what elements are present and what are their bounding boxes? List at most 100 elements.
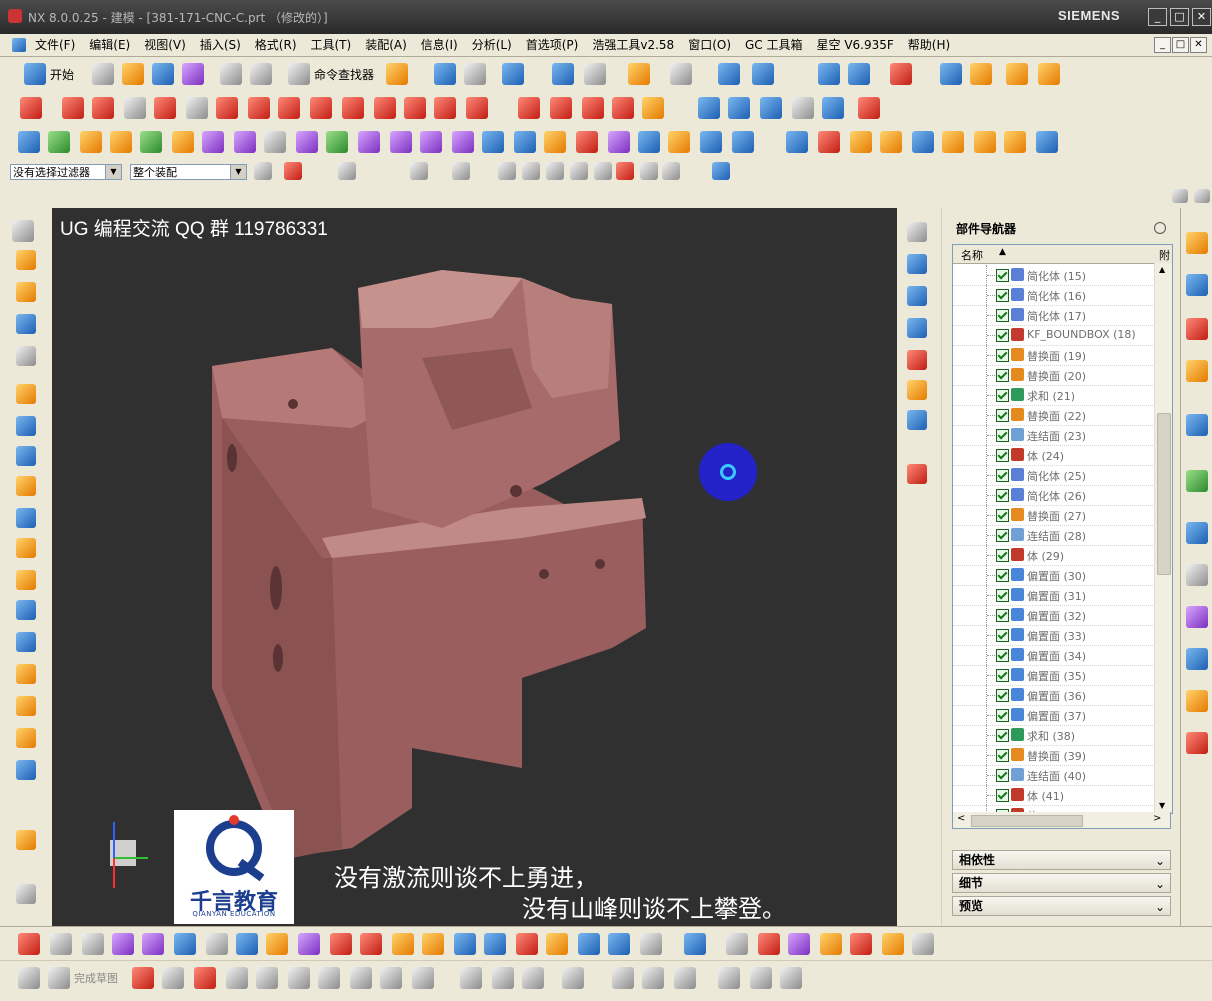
- datum-axis-icon[interactable]: [907, 350, 927, 370]
- snap-control-icon[interactable]: [546, 162, 564, 180]
- point-icon[interactable]: [858, 97, 880, 119]
- tree-row[interactable]: KF_BOUNDBOX (18): [953, 325, 1153, 346]
- tree-row[interactable]: 简化体 (25): [953, 465, 1153, 486]
- sketch-arc-icon[interactable]: [194, 967, 216, 989]
- visibility-checkbox[interactable]: [996, 389, 1009, 402]
- visibility-checkbox[interactable]: [996, 749, 1009, 762]
- sketch-line-icon[interactable]: [162, 967, 184, 989]
- menu-assembly[interactable]: 装配(A): [358, 34, 414, 56]
- measure-distance-icon[interactable]: [1006, 63, 1028, 85]
- visibility-checkbox[interactable]: [996, 289, 1009, 302]
- menu-window[interactable]: 窗口(O): [681, 34, 738, 56]
- panel-toggle-icon[interactable]: [1194, 189, 1210, 203]
- grid-red-icon[interactable]: [758, 933, 780, 955]
- tree-row[interactable]: 偏置面 (35): [953, 665, 1153, 686]
- app-menu-icon[interactable]: [12, 38, 26, 52]
- sketch-icon[interactable]: [18, 967, 40, 989]
- edit-length-icon[interactable]: [582, 97, 604, 119]
- tree-row[interactable]: 连结面 (28): [953, 525, 1153, 546]
- offset-curve-icon[interactable]: [216, 97, 238, 119]
- finish-sketch-label[interactable]: 完成草图: [74, 970, 118, 986]
- tree-row[interactable]: 偏置面 (33): [953, 625, 1153, 646]
- snap-grid-icon[interactable]: [452, 162, 470, 180]
- graphics-window[interactable]: UG 编程交流 QQ 群 119786331 千言教育 QIANYAN EDUC…: [52, 208, 897, 926]
- open-tool-icon[interactable]: [546, 933, 568, 955]
- sketch-polygon-icon[interactable]: [350, 967, 372, 989]
- pull-face-icon[interactable]: [452, 131, 474, 153]
- visibility-checkbox[interactable]: [996, 349, 1009, 362]
- start-icon[interactable]: [24, 63, 46, 85]
- inferred-constraints-icon[interactable]: [780, 967, 802, 989]
- roles-people-tab-icon[interactable]: [1186, 690, 1208, 712]
- menu-view[interactable]: 视图(V): [137, 34, 193, 56]
- cylinder-icon[interactable]: [16, 282, 36, 302]
- zoom-icon[interactable]: [907, 318, 927, 338]
- show-constraints-icon[interactable]: [674, 967, 696, 989]
- cut-icon[interactable]: [434, 63, 456, 85]
- text-icon[interactable]: [186, 97, 208, 119]
- calculator-icon[interactable]: [974, 131, 996, 153]
- part-navigator-tab-icon[interactable]: [1186, 318, 1208, 340]
- linked-face-icon[interactable]: [514, 131, 536, 153]
- tree-row[interactable]: 简化体 (17): [953, 305, 1153, 326]
- view-toggle-icon[interactable]: [1172, 189, 1188, 203]
- system-scene-tab-icon[interactable]: [1186, 648, 1208, 670]
- menu-file[interactable]: 文件(F): [28, 34, 82, 56]
- view-wireframe-icon[interactable]: [907, 254, 927, 274]
- patch-icon[interactable]: [792, 97, 814, 119]
- visibility-checkbox[interactable]: [996, 729, 1009, 742]
- quick-extend-icon[interactable]: [492, 967, 514, 989]
- circle-tool-icon[interactable]: [912, 933, 934, 955]
- auto-constraint-icon[interactable]: [642, 967, 664, 989]
- dimension-icon[interactable]: [562, 967, 584, 989]
- pocket-icon[interactable]: [16, 416, 36, 436]
- pattern-icon[interactable]: [140, 131, 162, 153]
- visibility-checkbox[interactable]: [996, 589, 1009, 602]
- chamfer-icon[interactable]: [16, 570, 36, 590]
- finish-sketch-icon[interactable]: [48, 967, 70, 989]
- tree-row[interactable]: 偏置面 (30): [953, 565, 1153, 586]
- name-icon[interactable]: [732, 131, 754, 153]
- mirror-curve-icon[interactable]: [404, 97, 426, 119]
- visibility-checkbox[interactable]: [996, 789, 1009, 802]
- rectangle-select-icon[interactable]: [410, 162, 428, 180]
- palette-tab-icon[interactable]: [1186, 732, 1208, 754]
- layer-tool-icon[interactable]: [392, 933, 414, 955]
- measure-angle-icon[interactable]: [1038, 63, 1060, 85]
- hole-icon[interactable]: [80, 131, 102, 153]
- spline-icon[interactable]: [154, 97, 176, 119]
- menu-help[interactable]: 帮助(H): [901, 34, 957, 56]
- arrow-right-icon[interactable]: [142, 933, 164, 955]
- pad-icon[interactable]: [16, 446, 36, 466]
- undo-icon[interactable]: [220, 63, 242, 85]
- transform-icon[interactable]: [174, 933, 196, 955]
- arrow-left-icon[interactable]: [112, 933, 134, 955]
- eraser-icon[interactable]: [422, 933, 444, 955]
- navigator-vscrollbar[interactable]: ▲ ▼: [1154, 263, 1172, 813]
- menu-info[interactable]: 信息(I): [414, 34, 465, 56]
- wcs-origin-icon[interactable]: [50, 933, 72, 955]
- selection-filter-dropdown[interactable]: 没有选择过滤器 ▼: [10, 164, 122, 180]
- resize-face-icon[interactable]: [420, 131, 442, 153]
- inch-mm-icon[interactable]: [818, 131, 840, 153]
- trim-body-icon[interactable]: [16, 696, 36, 716]
- abs-csys-icon[interactable]: [18, 933, 40, 955]
- boundary-icon[interactable]: [638, 131, 660, 153]
- tree-row[interactable]: 简化体 (26): [953, 485, 1153, 506]
- section-preview[interactable]: 预览 ⌄: [952, 896, 1171, 916]
- menu-analysis[interactable]: 分析(L): [465, 34, 519, 56]
- subtract-icon[interactable]: [202, 131, 224, 153]
- groove-icon[interactable]: [16, 508, 36, 528]
- screen-icon[interactable]: [912, 131, 934, 153]
- layer-move-icon[interactable]: [848, 63, 870, 85]
- assembly-navigator-tab-icon[interactable]: [1186, 232, 1208, 254]
- sketch-rectangle-icon[interactable]: [318, 967, 340, 989]
- save-as-icon[interactable]: [182, 63, 204, 85]
- intersect-curve-icon[interactable]: [278, 97, 300, 119]
- rotate-tool-icon[interactable]: [330, 933, 352, 955]
- history-tab-icon[interactable]: [1186, 522, 1208, 544]
- quick-trim-icon[interactable]: [460, 967, 482, 989]
- shading-icon[interactable]: [628, 63, 650, 85]
- column-name-header[interactable]: 名称: [961, 247, 983, 263]
- people-icon[interactable]: [700, 131, 722, 153]
